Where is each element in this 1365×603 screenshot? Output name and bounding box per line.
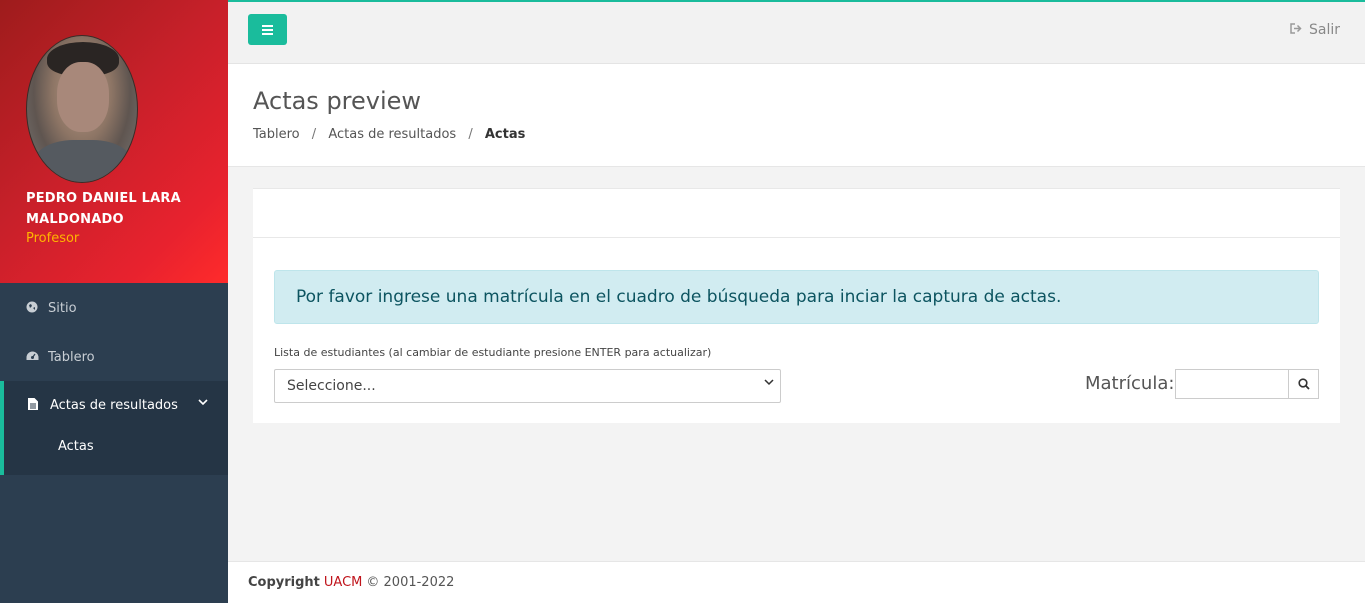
profile-name: PEDRO DANIEL LARA MALDONADO — [26, 191, 181, 227]
footer: Copyright UACM © 2001-2022 — [228, 561, 1365, 603]
sidebar-item-label: Actas de resultados — [50, 398, 178, 413]
info-alert: Por favor ingrese una matrícula en el cu… — [274, 270, 1319, 324]
student-select-value: Seleccione... — [287, 378, 376, 394]
student-list-label: Lista de estudiantes (al cambiar de estu… — [274, 346, 712, 359]
profile-panel: PEDRO DANIEL LARA MALDONADO Profesor — [0, 0, 228, 283]
breadcrumb-item-tablero[interactable]: Tablero — [253, 127, 300, 142]
sidebar-group-actas: Actas de resultados Actas — [0, 381, 228, 475]
copyright-years: © 2001-2022 — [366, 575, 455, 590]
search-icon — [1297, 375, 1310, 394]
sidebar-item-label: Tablero — [48, 350, 95, 365]
hamburger-icon — [262, 24, 273, 27]
globe-icon — [26, 301, 40, 316]
logout-label: Salir — [1308, 22, 1340, 38]
dashboard-icon — [26, 351, 40, 365]
sidebar-item-sitio[interactable]: Sitio — [0, 284, 228, 333]
sidebar-item-tablero[interactable]: Tablero — [0, 333, 228, 382]
breadcrumb: Tablero / Actas de resultados / Actas — [253, 127, 526, 142]
sidebar-item-actas-de-resultados[interactable]: Actas de resultados — [4, 381, 228, 430]
sidebar: PEDRO DANIEL LARA MALDONADO Profesor Sit… — [0, 0, 228, 603]
sign-out-icon — [1290, 23, 1303, 37]
logout-button[interactable]: Salir — [1290, 22, 1340, 38]
breadcrumb-item-actas-de-resultados[interactable]: Actas de resultados — [328, 127, 456, 142]
search-button[interactable] — [1289, 369, 1319, 399]
matricula-input[interactable] — [1175, 369, 1289, 399]
sidebar-subitem-actas[interactable]: Actas — [58, 439, 94, 454]
copyright-label: Copyright — [248, 575, 320, 590]
page-header: Actas preview Tablero / Actas de resulta… — [228, 64, 1365, 167]
footer-brand-link[interactable]: UACM — [324, 575, 362, 590]
file-icon — [28, 398, 42, 413]
chevron-down-icon — [764, 378, 774, 389]
page-title: Actas preview — [253, 87, 422, 115]
matricula-label: Matrícula: — [1085, 373, 1175, 394]
card-header — [253, 189, 1340, 238]
avatar — [26, 35, 138, 183]
chevron-down-icon — [198, 398, 208, 409]
breadcrumb-item-actas: Actas — [484, 127, 526, 142]
content-card: Por favor ingrese una matrícula en el cu… — [253, 188, 1340, 423]
menu-toggle-button[interactable] — [248, 14, 287, 45]
top-bar: Salir — [228, 0, 1365, 64]
student-select[interactable]: Seleccione... — [274, 369, 781, 403]
profile-role: Profesor — [26, 231, 80, 246]
sidebar-item-label: Sitio — [48, 301, 77, 316]
